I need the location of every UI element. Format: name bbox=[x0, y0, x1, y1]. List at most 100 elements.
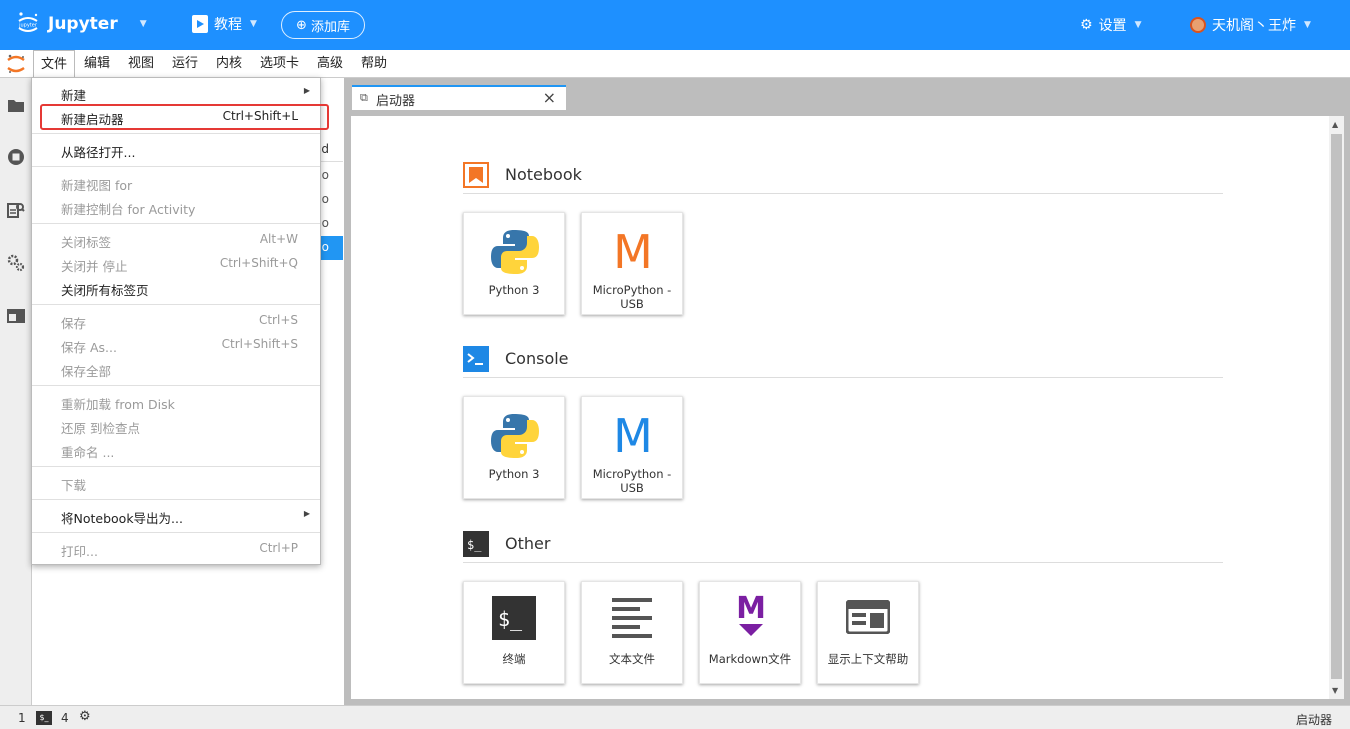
card-label: 显示上下文帮助 bbox=[827, 652, 909, 666]
markdown-file-card[interactable]: M Markdown文件 bbox=[699, 581, 801, 684]
add-library-button[interactable]: ⊕ 添加库 bbox=[281, 11, 365, 39]
console-micropython-card[interactable]: M MicroPython - USB bbox=[581, 396, 683, 499]
svg-text:jupyter: jupyter bbox=[18, 23, 38, 29]
context-help-card[interactable]: 显示上下文帮助 bbox=[817, 581, 919, 684]
section-title: Notebook bbox=[505, 165, 582, 184]
micropython-m-icon: M bbox=[613, 225, 653, 279]
terminal-card[interactable]: $_ 终端 bbox=[463, 581, 565, 684]
chevron-down-icon: ▼ bbox=[1134, 20, 1142, 30]
status-current-activity: 启动器 bbox=[1295, 713, 1332, 727]
plus-circle-icon: ⊕ bbox=[296, 17, 307, 33]
card-label: Python 3 bbox=[488, 283, 540, 297]
launcher-scrollbar[interactable]: ▲ ▼ bbox=[1329, 116, 1344, 699]
scroll-down-icon[interactable]: ▼ bbox=[1332, 686, 1338, 695]
menu-item-rename[interactable]: 重命名 ... bbox=[32, 438, 320, 462]
red-highlight-box bbox=[40, 104, 329, 130]
menu-item-close-tab[interactable]: 关闭标签 Alt+W bbox=[32, 228, 320, 252]
card-label: 终端 bbox=[502, 652, 526, 666]
chevron-down-icon[interactable]: ▼ bbox=[140, 19, 147, 29]
menu-item-save[interactable]: 保存 Ctrl+S bbox=[32, 309, 320, 333]
folder-icon[interactable] bbox=[7, 96, 25, 114]
status-count[interactable]: 4 bbox=[61, 711, 69, 725]
terminal-icon: $_ bbox=[492, 596, 536, 640]
settings-label: 设置 bbox=[1098, 18, 1127, 34]
brand-name: Jupyter bbox=[48, 14, 118, 34]
section-header: Console bbox=[463, 342, 1223, 378]
menu-item-open-from-path[interactable]: 从路径打开... bbox=[32, 138, 320, 162]
tabs-icon[interactable] bbox=[7, 307, 25, 325]
scroll-thumb[interactable] bbox=[1331, 134, 1342, 679]
user-name: 天机阁丶王炸 bbox=[1212, 18, 1296, 34]
menu-edit[interactable]: 编辑 bbox=[77, 50, 117, 78]
close-icon[interactable]: × bbox=[543, 88, 556, 107]
menu-help[interactable]: 帮助 bbox=[354, 50, 394, 78]
menu-item-print[interactable]: 打印... Ctrl+P bbox=[32, 537, 320, 561]
tab-label: 启动器 bbox=[376, 94, 416, 109]
running-stop-icon[interactable] bbox=[7, 148, 25, 166]
settings-menu[interactable]: ⚙ 设置 ▼ bbox=[1080, 15, 1141, 35]
card-label: Markdown文件 bbox=[708, 652, 792, 666]
menu-item-export-notebook[interactable]: 将Notebook导出为... ▶ bbox=[32, 504, 320, 528]
menu-item-reload[interactable]: 重新加载 from Disk bbox=[32, 390, 320, 414]
terminal-icon: $_ bbox=[36, 711, 52, 725]
chevron-right-icon: ▶ bbox=[303, 86, 310, 95]
menu-divider bbox=[32, 385, 320, 386]
launch-icon: ⧉ bbox=[360, 91, 368, 104]
status-count[interactable]: 1 bbox=[18, 711, 26, 725]
command-palette-icon[interactable] bbox=[7, 201, 25, 219]
tutorial-menu[interactable]: 教程 ▼ bbox=[192, 14, 257, 34]
user-menu[interactable]: 天机阁丶王炸 ▼ bbox=[1190, 15, 1311, 35]
svg-text:M: M bbox=[736, 592, 766, 626]
python-logo-icon bbox=[491, 414, 539, 458]
menu-item-new-console[interactable]: 新建控制台 for Activity bbox=[32, 195, 320, 219]
svg-text:$_: $_ bbox=[467, 538, 482, 552]
top-header: jupyter Jupyter ▼ 教程 ▼ ⊕ 添加库 ⚙ 设置 ▼ 天机阁丶… bbox=[0, 0, 1350, 50]
menu-tabs[interactable]: 选项卡 bbox=[253, 50, 306, 78]
text-file-icon bbox=[612, 598, 652, 638]
jupyter-small-logo-icon bbox=[7, 54, 25, 73]
menu-divider bbox=[32, 304, 320, 305]
scroll-up-icon[interactable]: ▲ bbox=[1332, 120, 1338, 129]
menu-run[interactable]: 运行 bbox=[165, 50, 205, 78]
card-label: Python 3 bbox=[488, 467, 540, 481]
chevron-down-icon: ▼ bbox=[250, 19, 257, 29]
menu-bar: 文件 编辑 视图 运行 内核 选项卡 高级 帮助 bbox=[0, 50, 1350, 79]
menu-divider bbox=[32, 466, 320, 467]
text-file-card[interactable]: 文本文件 bbox=[581, 581, 683, 684]
file-menu-dropdown: 新建 ▶ 新建启动器 Ctrl+Shift+L 从路径打开... 新建视图 fo… bbox=[31, 77, 329, 565]
status-bar: 1 $_ 4 ⚙ 启动器 bbox=[0, 705, 1350, 729]
svg-text:$_: $_ bbox=[498, 607, 523, 631]
menu-divider bbox=[32, 532, 320, 533]
notebook-micropython-card[interactable]: M MicroPython - USB bbox=[581, 212, 683, 315]
menu-item-close-and-stop[interactable]: 关闭并 停止 Ctrl+Shift+Q bbox=[32, 252, 320, 276]
python-logo-icon bbox=[491, 230, 539, 274]
menu-item-download[interactable]: 下载 bbox=[32, 471, 320, 495]
brand[interactable]: jupyter Jupyter ▼ bbox=[16, 11, 147, 37]
console-icon bbox=[463, 346, 489, 372]
menu-item-save-as[interactable]: 保存 As... Ctrl+Shift+S bbox=[32, 333, 320, 357]
menu-item-close-all-tabs[interactable]: 关闭所有标签页 bbox=[32, 276, 320, 300]
property-inspector-icon[interactable] bbox=[7, 254, 25, 272]
menu-item-new-view[interactable]: 新建视图 for bbox=[32, 171, 320, 195]
console-python3-card[interactable]: Python 3 bbox=[463, 396, 565, 499]
menu-advanced[interactable]: 高级 bbox=[310, 50, 350, 78]
markdown-icon: M bbox=[736, 592, 766, 636]
section-header: $_ Other bbox=[463, 527, 1223, 563]
section-header: Notebook bbox=[463, 158, 1223, 194]
kernel-gear-icon: ⚙ bbox=[79, 709, 91, 724]
tutorial-label: 教程 bbox=[214, 17, 242, 33]
menu-view[interactable]: 视图 bbox=[121, 50, 161, 78]
section-title: Console bbox=[505, 349, 569, 368]
launcher-panel: Notebook Python 3 M MicroPython - USB Co… bbox=[351, 116, 1329, 699]
gear-icon: ⚙ bbox=[1080, 17, 1093, 33]
menu-item-new[interactable]: 新建 ▶ bbox=[32, 81, 320, 105]
menu-file[interactable]: 文件 bbox=[33, 50, 76, 79]
menu-divider bbox=[32, 223, 320, 224]
card-label: MicroPython - USB bbox=[592, 467, 672, 495]
menu-item-save-all[interactable]: 保存全部 bbox=[32, 357, 320, 381]
notebook-python3-card[interactable]: Python 3 bbox=[463, 212, 565, 315]
chevron-down-icon: ▼ bbox=[1304, 20, 1311, 30]
menu-kernel[interactable]: 内核 bbox=[209, 50, 249, 78]
menu-item-revert[interactable]: 还原 到检查点 bbox=[32, 414, 320, 438]
tab-launcher[interactable]: ⧉ 启动器 × bbox=[352, 85, 566, 110]
